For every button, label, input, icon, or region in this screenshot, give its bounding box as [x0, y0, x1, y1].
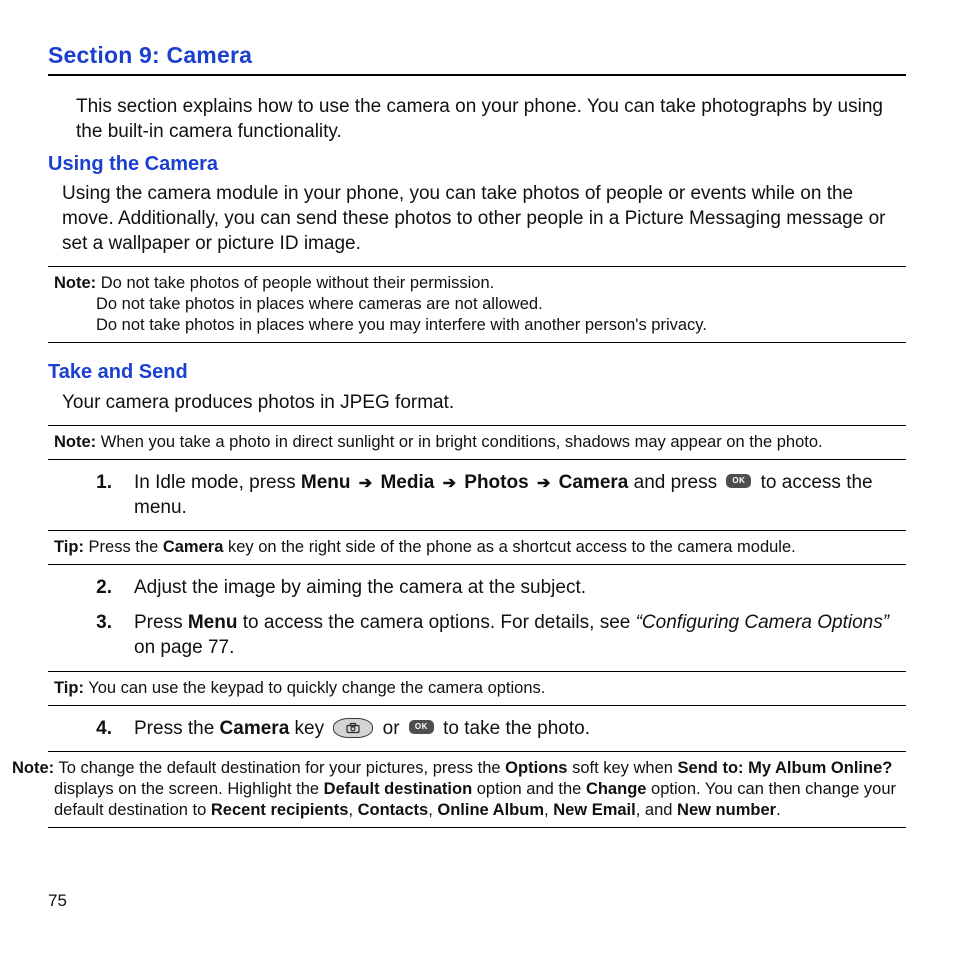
page-number: 75 — [48, 890, 67, 912]
text: , — [428, 801, 437, 819]
text: soft key when — [567, 759, 677, 777]
camera-key-label: Camera — [559, 472, 629, 493]
text: displays on the screen. Highlight the — [54, 780, 324, 798]
divider — [48, 425, 906, 426]
camera-key-label: Camera — [220, 718, 290, 739]
online-album-label: Online Album — [437, 801, 544, 819]
step-number: 1. — [72, 470, 112, 495]
steps-block-c: 4. Press the Camera key or OK to take th… — [48, 716, 906, 741]
sendto-label: Send to: My Album Online? — [678, 759, 893, 777]
arrow-icon: ➔ — [534, 475, 553, 492]
steps-block-b: 2. Adjust the image by aiming the camera… — [48, 575, 906, 660]
photos-key-label: Photos — [464, 472, 528, 493]
divider — [48, 564, 906, 565]
divider — [48, 266, 906, 267]
steps-block-a: 1. In Idle mode, press Menu ➔ Media ➔ Ph… — [48, 470, 906, 520]
step-1: 1. In Idle mode, press Menu ➔ Media ➔ Ph… — [72, 470, 906, 520]
cross-reference: “Configuring Camera Options” — [636, 612, 889, 633]
text: Press — [134, 612, 188, 633]
text: option and the — [472, 780, 586, 798]
take-send-body: Your camera produces photos in JPEG form… — [48, 390, 906, 415]
step-4: 4. Press the Camera key or OK to take th… — [72, 716, 906, 741]
new-number-label: New number — [677, 801, 776, 819]
manual-page: Section 9: Camera This section explains … — [0, 0, 954, 954]
menu-key-label: Menu — [301, 472, 351, 493]
tip-text: You can use the keypad to quickly change… — [88, 679, 545, 697]
change-label: Change — [586, 780, 647, 798]
divider — [48, 671, 906, 672]
new-email-label: New Email — [553, 801, 636, 819]
text: Press the — [89, 538, 163, 556]
note-text: When you take a photo in direct sunlight… — [101, 433, 823, 451]
text: key — [289, 718, 329, 739]
note-label: Note: — [54, 433, 96, 451]
note-permissions: Note: Do not take photos of people witho… — [48, 266, 906, 343]
step-number: 4. — [72, 716, 112, 741]
text: To change the default destination for yo… — [58, 759, 505, 777]
step-number: 2. — [72, 575, 112, 600]
text: Press the — [134, 718, 220, 739]
recent-recipients-label: Recent recipients — [211, 801, 349, 819]
title-divider — [48, 74, 906, 76]
arrow-icon: ➔ — [356, 475, 375, 492]
ok-button-icon: OK — [726, 474, 751, 488]
step-3: 3. Press Menu to access the camera optio… — [72, 610, 906, 660]
using-camera-heading: Using the Camera — [48, 151, 906, 177]
step-number: 3. — [72, 610, 112, 635]
tip-camera-shortcut: Tip: Press the Camera key on the right s… — [48, 530, 906, 565]
divider — [48, 342, 906, 343]
arrow-icon: ➔ — [440, 475, 459, 492]
step-2: 2. Adjust the image by aiming the camera… — [72, 575, 906, 600]
default-destination-label: Default destination — [324, 780, 473, 798]
take-send-heading: Take and Send — [48, 359, 906, 385]
menu-key-label: Menu — [188, 612, 238, 633]
note-label: Note: — [54, 274, 96, 292]
tip-label: Tip: — [54, 679, 84, 697]
divider — [48, 530, 906, 531]
text: and press — [634, 472, 723, 493]
contacts-label: Contacts — [358, 801, 429, 819]
divider — [48, 827, 906, 828]
text: to access the camera options. For detail… — [237, 612, 635, 633]
ok-button-icon: OK — [409, 720, 434, 734]
text: . — [776, 801, 781, 819]
tip-label: Tip: — [54, 538, 84, 556]
text: , and — [636, 801, 677, 819]
text: to take the photo. — [443, 718, 590, 739]
text: key on the right side of the phone as a … — [223, 538, 795, 556]
section-intro: This section explains how to use the cam… — [48, 94, 906, 144]
note-sunlight: Note: When you take a photo in direct su… — [48, 425, 906, 460]
step-text: Adjust the image by aiming the camera at… — [134, 575, 586, 600]
section-title: Section 9: Camera — [48, 40, 906, 70]
text: In Idle mode, press — [134, 472, 301, 493]
note-label: Note: — [12, 759, 54, 777]
media-key-label: Media — [380, 472, 434, 493]
text: , — [348, 801, 357, 819]
using-camera-body: Using the camera module in your phone, y… — [48, 181, 906, 256]
note-line1: Do not take photos of people without the… — [101, 274, 494, 292]
camera-key-label: Camera — [163, 538, 224, 556]
divider — [48, 459, 906, 460]
tip-keypad: Tip: You can use the keypad to quickly c… — [48, 671, 906, 706]
text: or — [383, 718, 405, 739]
camera-hardware-key-icon — [333, 718, 373, 738]
note-line3: Do not take photos in places where you m… — [54, 315, 900, 336]
divider — [48, 705, 906, 706]
note-line2: Do not take photos in places where camer… — [54, 294, 900, 315]
options-key-label: Options — [505, 759, 567, 777]
text: , — [544, 801, 553, 819]
text: on page 77. — [134, 637, 234, 658]
note-default-destination: Note: To change the default destination … — [48, 751, 906, 828]
divider — [48, 751, 906, 752]
